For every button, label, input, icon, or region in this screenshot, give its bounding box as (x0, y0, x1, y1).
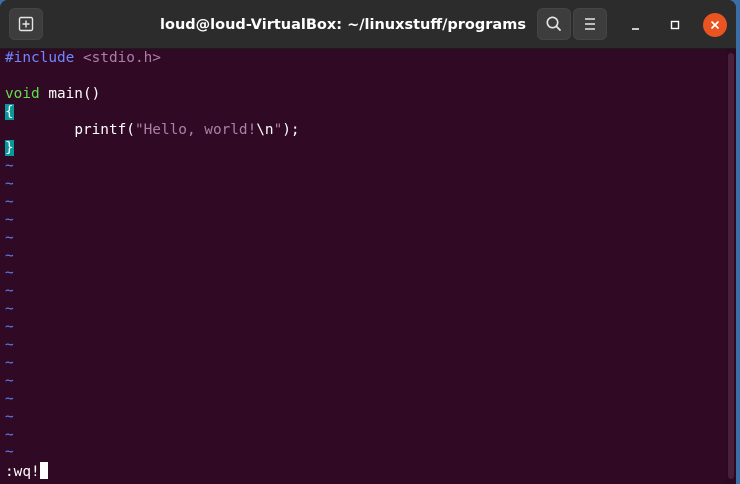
empty-line-marker: ~ (5, 247, 14, 264)
close-icon (710, 20, 720, 30)
empty-line-marker: ~ (5, 372, 14, 389)
minimize-button[interactable] (624, 13, 648, 37)
empty-line-marker: ~ (5, 283, 14, 300)
vim-command: :wq! (5, 464, 40, 480)
code-line-open-brace: { (5, 103, 14, 121)
code-line-close-brace: } (5, 139, 14, 157)
empty-line-marker: ~ (5, 319, 14, 336)
menu-button[interactable] (573, 8, 607, 40)
string-close-quote: " (273, 122, 283, 138)
terminal-window: loud@loud-VirtualBox: ~/linuxstuff/progr… (0, 0, 736, 484)
title-bar: loud@loud-VirtualBox: ~/linuxstuff/progr… (0, 0, 736, 49)
preprocessor-directive: #include (5, 50, 75, 66)
vim-editor[interactable]: #include <stdio.h> void main() { printf(… (0, 49, 726, 484)
string-literal: "Hello, world! (134, 122, 257, 138)
maximize-button[interactable] (663, 13, 687, 37)
maximize-icon (670, 20, 680, 30)
header-name: <stdio.h> (82, 50, 161, 66)
command-line[interactable]: :wq! (5, 462, 48, 480)
scrollbar-thumb[interactable] (728, 53, 734, 479)
empty-line-marker: ~ (5, 265, 14, 282)
empty-line-marker: ~ (5, 158, 14, 174)
new-tab-button[interactable] (9, 8, 43, 40)
empty-line-marker: ~ (5, 444, 14, 461)
matched-brace: { (5, 104, 14, 120)
empty-line-marker: ~ (5, 229, 14, 246)
code-line-main: void main() (5, 85, 100, 103)
scrollbar[interactable] (726, 49, 736, 484)
new-tab-icon (18, 16, 34, 32)
empty-line-marker: ~ (5, 211, 14, 228)
hamburger-menu-icon (585, 18, 595, 30)
empty-line-marker: ~ (5, 175, 14, 192)
printf-call: printf( (74, 122, 135, 138)
window-title: loud@loud-VirtualBox: ~/linuxstuff/progr… (160, 17, 526, 33)
empty-line-marker: ~ (5, 408, 14, 425)
text-cursor (39, 462, 48, 479)
search-icon (546, 16, 561, 31)
search-button[interactable] (537, 8, 571, 40)
empty-line-marker: ~ (5, 301, 14, 318)
code-line-include: #include <stdio.h> (5, 49, 161, 67)
function-signature: main() (39, 86, 101, 102)
empty-line-marker: ~ (5, 337, 14, 353)
close-button[interactable] (703, 13, 727, 37)
statement-end: ); (282, 122, 300, 138)
type-keyword: void (5, 86, 40, 102)
empty-line-marker: ~ (5, 390, 14, 407)
empty-line-marker: ~ (5, 354, 14, 371)
minimize-icon (632, 28, 639, 30)
matched-brace: } (5, 140, 14, 156)
empty-line-marker: ~ (5, 193, 14, 210)
escape-sequence: \n (256, 122, 274, 138)
code-line-printf: printf("Hello, world!\n"); (5, 121, 300, 139)
empty-line-marker: ~ (5, 426, 14, 443)
